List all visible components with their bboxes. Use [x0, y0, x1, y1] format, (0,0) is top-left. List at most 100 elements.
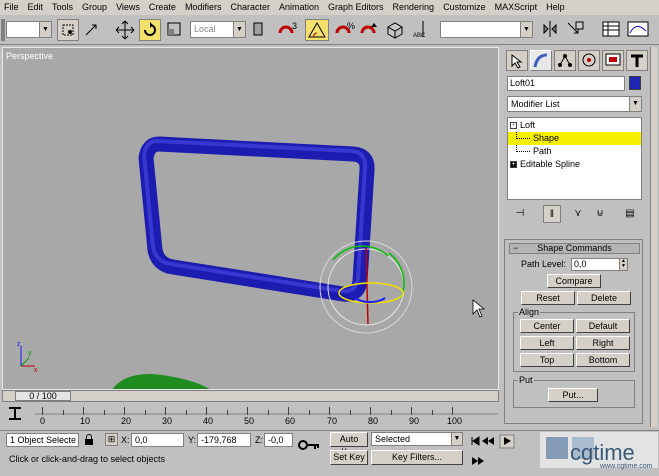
menu-views[interactable]: Views — [116, 0, 140, 15]
shape-commands-rollout: − Shape Commands Path Level: 0,0 ▲ ▼ Comp… — [504, 239, 643, 424]
remove-modifier-icon[interactable]: ⊍ — [591, 205, 609, 223]
svg-text:y: y — [28, 350, 32, 357]
menu-help[interactable]: Help — [546, 0, 565, 15]
menu-group[interactable]: Group — [82, 0, 107, 15]
tick-mark — [370, 407, 371, 415]
loft-object — [138, 136, 375, 302]
absolute-mode-icon[interactable]: ⊞ — [105, 433, 118, 446]
tab-create[interactable] — [506, 50, 528, 71]
perspective-viewport[interactable]: Perspective z x y — [2, 47, 499, 390]
menu-modifiers[interactable]: Modifiers — [185, 0, 222, 15]
reference-coordinate-dropdown[interactable]: Local ▼ — [190, 21, 246, 38]
delete-button[interactable]: Delete — [577, 291, 631, 305]
snap-toggle-icon[interactable]: 3 — [276, 19, 300, 41]
compare-button[interactable]: Compare — [547, 274, 601, 288]
auto-key-button[interactable]: Auto Key — [330, 432, 368, 457]
menu-character[interactable]: Character — [230, 0, 270, 15]
modifier-list-dropdown[interactable]: Modifier List ▼ — [507, 96, 642, 112]
menu-animation[interactable]: Animation — [279, 0, 319, 15]
tick-mark — [390, 410, 392, 415]
align-tool-icon[interactable] — [564, 19, 586, 41]
object-color-swatch[interactable] — [629, 76, 641, 90]
tick-mark — [247, 407, 248, 415]
menu-graph-editors[interactable]: Graph Editors — [328, 0, 384, 15]
menu-rendering[interactable]: Rendering — [393, 0, 435, 15]
menu-edit[interactable]: Edit — [28, 0, 44, 15]
align-center-button[interactable]: Center — [520, 319, 574, 333]
command-panel-scrollbar[interactable] — [650, 47, 657, 427]
key-filters-button[interactable]: Key Filters... — [371, 450, 463, 465]
rollout-header[interactable]: − Shape Commands — [509, 243, 640, 254]
select-and-move-icon[interactable] — [114, 19, 136, 41]
x-coordinate-field[interactable]: 0,0 — [131, 433, 184, 447]
tab-motion[interactable] — [578, 50, 600, 71]
tick-label: 20 — [121, 416, 132, 426]
angle-snap-button[interactable] — [305, 19, 329, 41]
pin-stack-icon[interactable]: ⊣ — [511, 205, 529, 223]
tab-utilities[interactable] — [626, 50, 648, 71]
tick-mark — [329, 407, 330, 415]
select-and-rotate-button[interactable] — [139, 19, 161, 41]
collapse-icon[interactable]: - — [510, 122, 517, 130]
y-coordinate-field[interactable]: -179,768 — [197, 433, 251, 447]
tab-hierarchy[interactable] — [554, 50, 576, 71]
svg-text:x: x — [34, 367, 38, 374]
menu-maxscript[interactable]: MAXScript — [495, 0, 538, 15]
show-end-result-button[interactable]: ‖ — [543, 205, 561, 223]
align-left-button[interactable]: Left — [520, 336, 574, 350]
tick-label: 30 — [162, 416, 173, 426]
set-key-button[interactable]: Set Key — [330, 450, 368, 465]
align-default-button[interactable]: Default — [576, 319, 630, 333]
align-right-button[interactable]: Right — [576, 336, 630, 350]
menu-create[interactable]: Create — [149, 0, 176, 15]
z-coordinate-field[interactable]: -0,0 — [264, 433, 293, 447]
track-bar[interactable]: 0 10 20 30 40 50 60 70 80 90 100 — [0, 402, 500, 430]
mirror-tool-icon[interactable] — [540, 19, 560, 41]
layer-manager-icon[interactable] — [600, 19, 622, 41]
tick-mark — [349, 410, 351, 415]
tab-modify[interactable] — [530, 50, 552, 71]
tick-mark — [206, 407, 207, 415]
align-top-button[interactable]: Top — [520, 353, 574, 367]
stack-tools: ⊣ ‖ ⋎ ⊍ ▤ — [507, 205, 642, 225]
pivot-center-icon[interactable] — [250, 19, 270, 41]
mirror-icon[interactable]: ABC — [411, 19, 435, 41]
make-unique-icon[interactable]: ⋎ — [569, 205, 587, 223]
select-and-scale-icon[interactable] — [164, 19, 186, 41]
menu-customize[interactable]: Customize — [443, 0, 486, 15]
tick-mark — [103, 410, 105, 415]
selection-filter-dropdown[interactable]: ▼ — [6, 21, 52, 38]
tab-display[interactable] — [602, 50, 624, 71]
named-selection-dropdown[interactable]: ▼ — [440, 21, 533, 38]
put-button[interactable]: Put... — [548, 388, 598, 402]
path-level-spinner[interactable]: 0,0 ▲ ▼ — [571, 258, 628, 271]
key-mode-dropdown[interactable]: Selected ▼ — [371, 432, 463, 446]
key-icon[interactable] — [298, 439, 320, 451]
stack-item-shape[interactable]: Shape — [508, 132, 641, 145]
stack-item-loft[interactable]: - Loft — [508, 119, 641, 132]
tick-mark — [431, 410, 433, 415]
configure-modifier-sets-icon[interactable]: ▤ — [621, 205, 639, 223]
tick-label: 100 — [447, 416, 463, 426]
spinner-snap-icon[interactable] — [358, 19, 380, 41]
time-slider-thumb[interactable]: 0 / 100 — [15, 391, 71, 401]
curve-editor-icon[interactable] — [626, 19, 650, 41]
select-and-link-icon[interactable] — [82, 19, 104, 41]
select-object-button[interactable] — [57, 19, 79, 41]
expand-icon[interactable]: + — [510, 161, 517, 169]
stack-item-editable-spline[interactable]: + Editable Spline — [508, 158, 641, 171]
object-name-field[interactable]: Loft01 — [507, 76, 625, 91]
menu-bar: File Edit Tools Group Views Create Modif… — [0, 0, 659, 15]
menu-tools[interactable]: Tools — [52, 0, 73, 15]
tick-mark — [185, 410, 187, 415]
mouse-cursor-icon — [472, 299, 486, 318]
time-slider[interactable]: 0 / 100 — [2, 390, 499, 402]
stack-item-path[interactable]: Path — [508, 145, 641, 158]
lock-selection-icon[interactable] — [83, 434, 95, 446]
align-bottom-button[interactable]: Bottom — [576, 353, 630, 367]
edit-named-selections-icon[interactable] — [384, 19, 406, 41]
tick-label: 80 — [368, 416, 379, 426]
reset-button[interactable]: Reset — [521, 291, 575, 305]
percent-snap-icon[interactable]: % — [333, 19, 355, 41]
menu-file[interactable]: File — [4, 0, 19, 15]
